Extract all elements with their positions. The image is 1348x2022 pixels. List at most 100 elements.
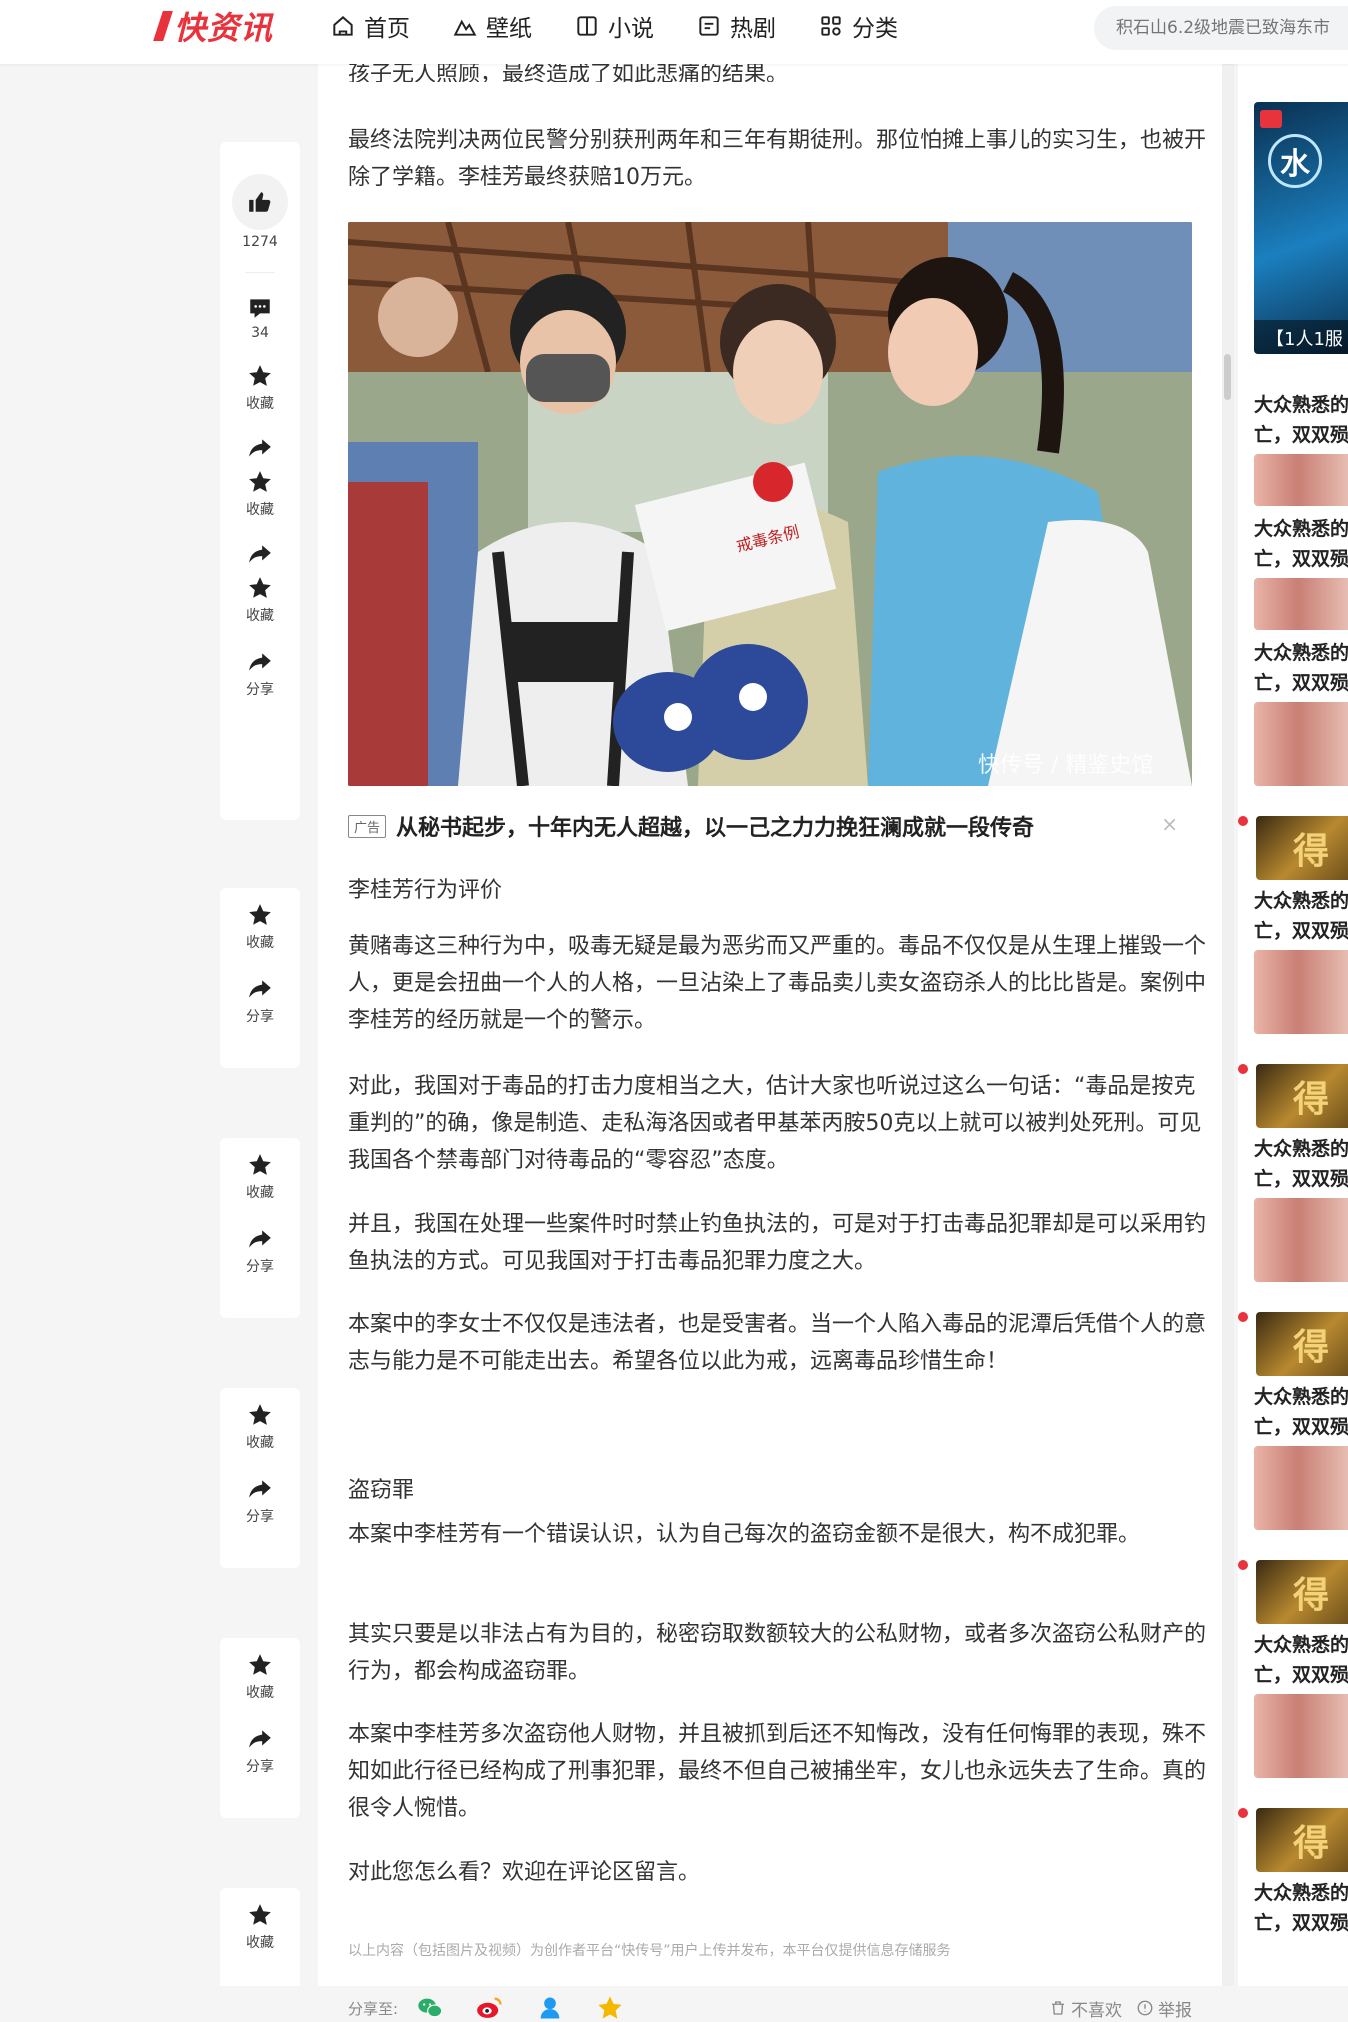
ad-title[interactable]: 从秘书起步，十年内无人超越，以一己之力力挽狂澜成就一段传奇 (396, 810, 1034, 842)
promo-thumb: 得 (1256, 1808, 1348, 1872)
promo-banner[interactable]: 水 【1人1服 (1254, 102, 1348, 354)
article-paragraph: 本案中李桂芳有一个错误认识，认为自己每次的盗窃金额不是很大，构不成犯罪。 (348, 1522, 1141, 1547)
collect-label: 收藏 (246, 1435, 274, 1451)
nav-novel-label: 小说 (608, 16, 654, 42)
rec-item[interactable]: 大众熟悉的 亡，双双殒 (1238, 514, 1348, 630)
ad-tag: 广告 (348, 814, 387, 838)
rec-title-line2: 亡，双双殒 (1254, 1168, 1348, 1190)
nav-wallpaper[interactable]: 壁纸 (452, 8, 532, 44)
rec-title-line1: 大众熟悉的 (1254, 642, 1348, 664)
rec-item[interactable]: 大众熟悉的 亡，双双殒 (1238, 390, 1348, 506)
action-sidebar: 1274 34 收藏 收藏 收藏 分享 (220, 142, 300, 820)
share-label: 分享 (246, 1759, 274, 1775)
article-photo: 戒毒条例 快传号 / 精鉴史馆 (348, 222, 1192, 786)
search-box[interactable] (1094, 6, 1348, 50)
rec-item-video[interactable]: 得 大众熟悉的 亡，双双殒 (1238, 1312, 1348, 1530)
nav-novel[interactable]: 小说 (574, 8, 654, 44)
scrollbar-thumb[interactable] (1224, 354, 1231, 400)
divider (245, 272, 275, 273)
collect-label: 收藏 (246, 1185, 274, 1201)
banner-caption: 【1人1服 (1254, 320, 1348, 354)
collect-button[interactable]: 收藏 (246, 902, 274, 952)
star-icon (249, 365, 271, 386)
promo-thumb: 得 (1256, 816, 1348, 880)
rec-item-video[interactable]: 得 大众熟悉的 亡，双双殒 (1238, 816, 1348, 1034)
star-icon (249, 1904, 271, 1925)
share-button[interactable]: 分享 (246, 1726, 274, 1776)
dislike-label: 不喜欢 (1071, 2000, 1122, 2021)
search-input[interactable] (1116, 18, 1348, 38)
collect-button[interactable]: 收藏 (246, 1402, 274, 1452)
mountain-icon (453, 19, 477, 36)
banner-character: 水 (1268, 134, 1322, 188)
share-button[interactable]: 分享 (246, 1226, 274, 1276)
rec-title-line1: 大众熟悉的 (1254, 394, 1348, 416)
dislike-button[interactable]: 不喜欢 (1049, 1996, 1122, 2021)
share-collect-group[interactable]: 收藏 (246, 435, 274, 519)
share-collect-group[interactable]: 收藏 (246, 541, 274, 625)
live-dot (1238, 816, 1248, 826)
star-icon (249, 577, 271, 598)
rec-title-line2: 亡，双双殒 (1254, 920, 1348, 942)
like-circle (232, 174, 288, 230)
nav-category[interactable]: 分类 (818, 8, 898, 44)
nav-home[interactable]: 首页 (330, 8, 410, 44)
collect-button[interactable]: 收藏 (246, 1902, 274, 1952)
star-icon (249, 904, 271, 925)
rec-thumbnail (1254, 578, 1348, 630)
collect-button[interactable]: 收藏 (246, 1652, 274, 1702)
share-icon (249, 439, 271, 457)
ad-close-icon[interactable]: × (1161, 812, 1178, 836)
site-logo[interactable]: 快资讯 (153, 6, 273, 47)
nav-category-label: 分类 (852, 16, 898, 42)
weibo-icon[interactable] (476, 1994, 504, 2022)
collect-label: 收藏 (246, 608, 274, 624)
photo-illustration: 戒毒条例 快传号 / 精鉴史馆 (348, 222, 1192, 786)
nav-wallpaper-label: 壁纸 (486, 16, 532, 42)
rec-thumbnail (1254, 454, 1348, 506)
article-paragraph: 本案中的李女士不仅仅是违法者，也是受害者。当一个人陷入毒品的泥潭后凭借个人的意志… (348, 1312, 1207, 1374)
action-sidebar-repeat: 收藏 分享 (220, 888, 300, 1068)
wechat-icon[interactable] (416, 1994, 444, 2022)
live-dot (1238, 1560, 1248, 1570)
article-paragraph: 其实只要是以非法占有为目的，秘密窃取数额较大的公私财物，或者多次盗窃公私财产的行… (348, 1622, 1207, 1684)
qq-icon[interactable] (536, 1994, 564, 2022)
share-button[interactable]: 分享 (246, 649, 274, 699)
rec-thumbnail (1254, 950, 1348, 1034)
rec-title-line2: 亡，双双殒 (1254, 424, 1348, 446)
rec-item-video[interactable]: 得 大众熟悉的 亡，双双殒 (1238, 1560, 1348, 1778)
rec-item[interactable]: 大众熟悉的 亡，双双殒 (1238, 638, 1348, 786)
rec-item-video[interactable]: 得 大众熟悉的 亡，双双殒 (1238, 1808, 1348, 1938)
collect-button[interactable]: 收藏 (246, 1152, 274, 1202)
report-button[interactable]: 举报 (1136, 1996, 1192, 2021)
favorite-star-icon[interactable] (596, 1994, 624, 2022)
ad-banner[interactable]: 广告 从秘书起步，十年内无人超越，以一己之力力挽狂澜成就一段传奇 × (348, 806, 1192, 846)
article-paragraph: 最终法院判决两位民警分别获刑两年和三年有期徒刑。那位怕摊上事儿的实习生，也被开除… (348, 128, 1207, 190)
rec-title-line1: 大众熟悉的 (1254, 1386, 1348, 1408)
action-sidebar-repeat: 收藏 分享 (220, 1388, 300, 1568)
comment-button[interactable]: 34 (247, 295, 273, 341)
star-icon (249, 1154, 271, 1175)
share-button[interactable]: 分享 (246, 1476, 274, 1526)
collect-button[interactable]: 收藏 (246, 363, 274, 413)
share-button[interactable]: 分享 (246, 976, 274, 1026)
rec-item-video[interactable]: 得 大众熟悉的 亡，双双殒 (1238, 1064, 1348, 1282)
like-button[interactable]: 1274 (232, 174, 288, 250)
nav-drama[interactable]: 热剧 (696, 8, 776, 44)
share-icon (249, 1230, 271, 1248)
report-label: 举报 (1158, 2000, 1192, 2021)
live-dot (1238, 1312, 1248, 1322)
article-paragraph: 本案中李桂芳多次盗窃他人财物，并且被抓到后还不知悔改，没有任何悔罪的表现，殊不知… (348, 1722, 1207, 1821)
star-icon (249, 1654, 271, 1675)
scrollbar[interactable] (1222, 64, 1234, 1986)
promo-thumb: 得 (1256, 1560, 1348, 1624)
live-dot (1238, 1064, 1248, 1074)
share-icon (249, 1480, 271, 1498)
article-body: 孩子无人照顾，最终造成了如此悲痛的结果。 最终法院判决两位民警分别获刑两年和三年… (318, 62, 1222, 2021)
rec-title-line1: 大众熟悉的 (1254, 518, 1348, 540)
article-paragraph: 对此，我国对于毒品的打击力度相当之大，估计大家也听说过这么一句话：“毒品是按克重… (348, 1074, 1202, 1173)
top-bar: 快资讯 首页 壁纸 小说 热剧 分类 (0, 0, 1348, 64)
rec-thumbnail (1254, 1198, 1348, 1282)
article-actions: 不喜欢 举报 (1049, 1996, 1192, 2021)
live-dot (1238, 1808, 1248, 1818)
